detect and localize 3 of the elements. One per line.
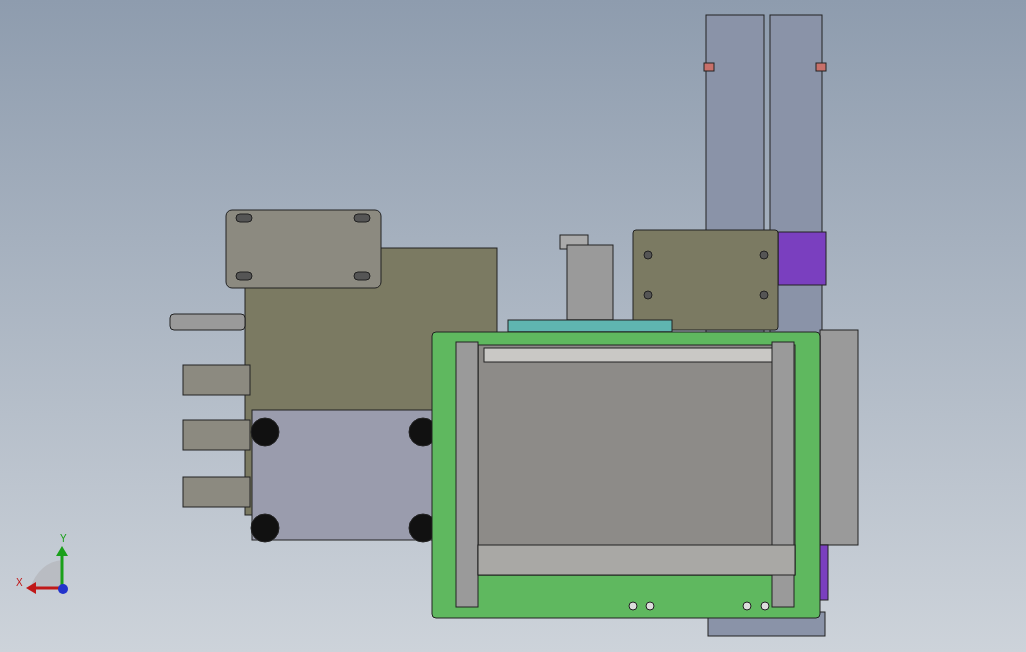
x-axis-label: X bbox=[16, 578, 23, 588]
coordinate-triad-icon bbox=[26, 546, 68, 594]
y-axis-label: Y bbox=[60, 534, 67, 544]
